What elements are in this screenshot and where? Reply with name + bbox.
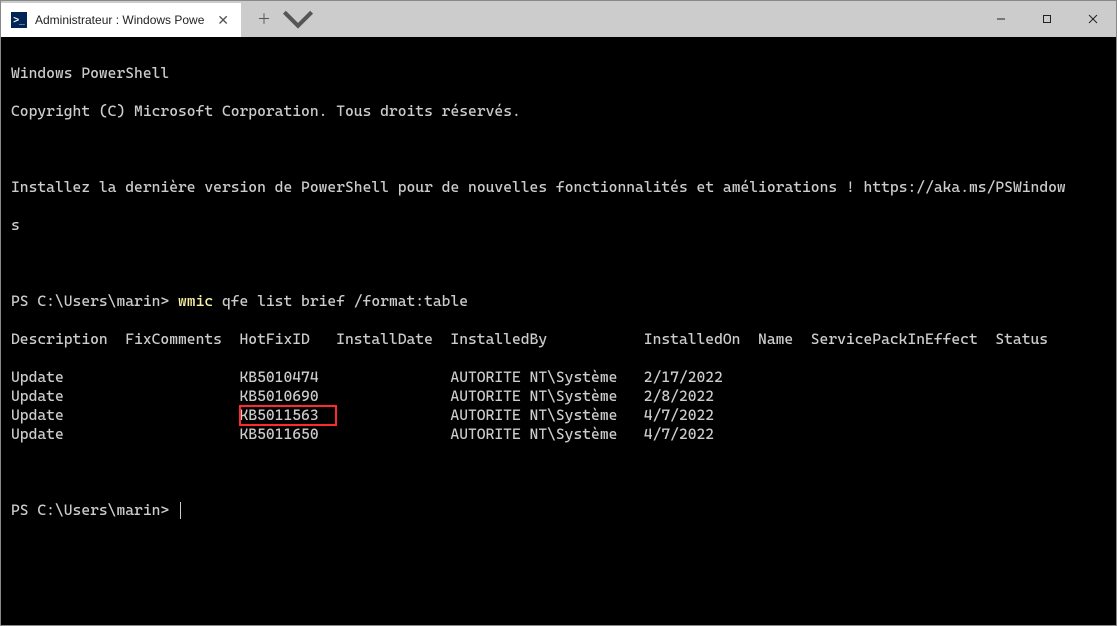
banner-line: Windows PowerShell [11, 64, 1106, 83]
tab-active[interactable]: >_ Administrateur : Windows Powe ✕ [1, 3, 241, 37]
window-titlebar: >_ Administrateur : Windows Powe ✕ ＋ [1, 1, 1116, 37]
close-window-button[interactable] [1070, 1, 1116, 37]
cell-description: Update [11, 368, 125, 387]
terminal-pane[interactable]: Windows PowerShell Copyright (C) Microso… [1, 37, 1116, 625]
cell-installedon: 4/7/2022 [644, 406, 758, 425]
banner-line: Installez la dernière version de PowerSh… [11, 178, 1106, 197]
col-header-servicepack: ServicePackInEffect [811, 330, 996, 349]
prompt-line: PS C:\Users\marin> wmic qfe list brief /… [11, 292, 1106, 311]
cell-installedby: AUTORITE NT\Système [450, 387, 643, 406]
tab-close-button[interactable]: ✕ [213, 10, 233, 31]
cell-description: Update [11, 425, 125, 444]
window-controls [978, 1, 1116, 37]
cell-installedon: 4/7/2022 [644, 425, 758, 444]
col-header-status: Status [995, 330, 1048, 349]
maximize-button[interactable] [1024, 1, 1070, 37]
cell-hotfixid: KB5011650 [240, 425, 337, 444]
new-tab-button[interactable]: ＋ [247, 2, 281, 36]
blank-line [11, 463, 1106, 482]
col-header-fixcomments: FixComments [125, 330, 239, 349]
table-header-row: DescriptionFixCommentsHotFixIDInstallDat… [11, 330, 1106, 349]
tabstrip-actions: ＋ [241, 1, 315, 37]
cell-hotfixid: KB5010474 [240, 368, 337, 387]
prompt-line: PS C:\Users\marin> [11, 501, 1106, 520]
table-row: Update KB5010690 AUTORITE NT\Système2/8/20… [11, 387, 1106, 406]
blank-line [11, 140, 1106, 159]
col-header-description: Description [11, 330, 125, 349]
cell-installedby: AUTORITE NT\Système [450, 368, 643, 387]
table-row: Update KB5010474 AUTORITE NT\Système2/17/2… [11, 368, 1106, 387]
minimize-button[interactable] [978, 1, 1024, 37]
tab-title: Administrateur : Windows Powe [35, 13, 205, 27]
cell-hotfixid: KB5010690 [240, 387, 337, 406]
cell-installedon: 2/17/2022 [644, 368, 758, 387]
col-header-installedby: InstalledBy [450, 330, 643, 349]
blank-line [11, 254, 1106, 273]
cell-installedon: 2/8/2022 [644, 387, 758, 406]
command-name: wmic [178, 292, 213, 310]
table-row: Update KB5011563 AUTORITE NT\Système4/7/20… [11, 406, 1106, 425]
prompt-text: PS C:\Users\marin> [11, 501, 178, 519]
cell-hotfixid: KB5011563 [240, 406, 337, 425]
cell-description: Update [11, 387, 125, 406]
cell-installedby: AUTORITE NT\Système [450, 406, 643, 425]
table-row: Update KB5011650 AUTORITE NT\Système4/7/20… [11, 425, 1106, 444]
cell-description: Update [11, 406, 125, 425]
banner-line: s [11, 216, 1106, 235]
command-args: qfe list brief /format:table [213, 292, 468, 310]
prompt-text: PS C:\Users\marin> [11, 292, 178, 310]
tab-dropdown-button[interactable] [281, 2, 315, 36]
col-header-installdate: InstallDate [336, 330, 450, 349]
text-cursor [180, 502, 181, 519]
cell-installedby: AUTORITE NT\Système [450, 425, 643, 444]
powershell-icon: >_ [11, 12, 27, 28]
col-header-name: Name [758, 330, 811, 349]
banner-line: Copyright (C) Microsoft Corporation. Tou… [11, 102, 1106, 121]
col-header-hotfixid: HotFixID [240, 330, 337, 349]
col-header-installedon: InstalledOn [644, 330, 758, 349]
